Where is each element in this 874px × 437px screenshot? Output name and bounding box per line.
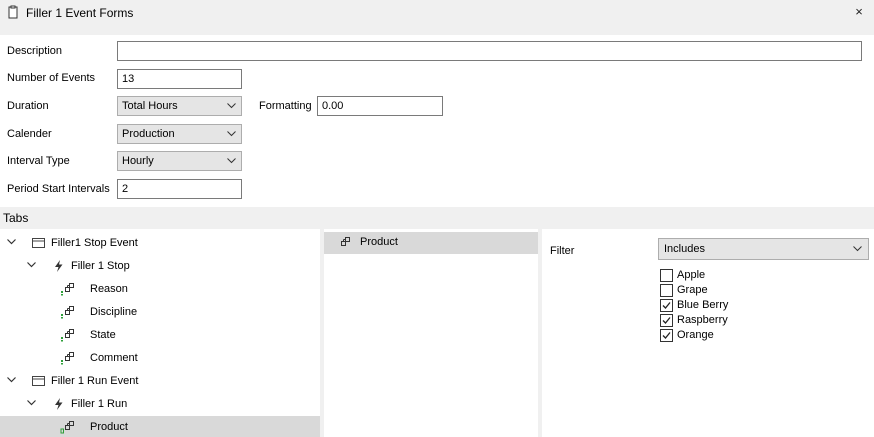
checkbox-label: Raspberry bbox=[677, 314, 728, 326]
checkbox[interactable] bbox=[660, 314, 673, 327]
chevron-down-icon[interactable] bbox=[27, 262, 36, 268]
filter-panel: Filter Includes Apple Grape Blue Berry R… bbox=[542, 229, 874, 437]
checkbox[interactable] bbox=[660, 269, 673, 282]
field-icon bbox=[61, 283, 74, 296]
duration-label: Duration bbox=[7, 100, 49, 112]
period-start-intervals-input[interactable] bbox=[117, 179, 242, 199]
tree-node-label: Discipline bbox=[90, 306, 138, 318]
duration-select[interactable]: Total Hours bbox=[117, 96, 242, 116]
tree-node-product[interactable]: Product bbox=[0, 416, 320, 437]
tree-node-reason[interactable]: Reason bbox=[0, 278, 320, 301]
lightning-icon bbox=[55, 260, 63, 272]
tree-node-label: Comment bbox=[90, 352, 138, 364]
form-icon bbox=[32, 238, 45, 248]
checkbox-label: Grape bbox=[677, 284, 708, 296]
tree-node-label: Reason bbox=[90, 283, 128, 295]
checkbox[interactable] bbox=[660, 284, 673, 297]
period-start-intervals-label: Period Start Intervals bbox=[7, 183, 110, 195]
chevron-down-icon[interactable] bbox=[27, 400, 36, 406]
tree-node-label: Filler 1 Run Event bbox=[51, 375, 139, 387]
checkbox[interactable] bbox=[660, 329, 673, 342]
field-icon bbox=[61, 306, 74, 319]
description-input[interactable] bbox=[117, 41, 862, 61]
interval-type-select-value: Hourly bbox=[122, 155, 154, 167]
selected-fields-list: Product bbox=[324, 229, 538, 437]
checkmark-icon bbox=[662, 302, 671, 309]
field-icon bbox=[341, 237, 350, 246]
checkbox[interactable] bbox=[660, 299, 673, 312]
interval-type-label: Interval Type bbox=[7, 155, 70, 167]
tree-node-state[interactable]: State bbox=[0, 324, 320, 347]
checkbox-label: Apple bbox=[677, 269, 706, 281]
number-of-events-label: Number of Events bbox=[7, 72, 96, 84]
interval-type-select[interactable]: Hourly bbox=[117, 151, 242, 171]
checkbox-label: Orange bbox=[677, 329, 714, 341]
tree-node-label: Product bbox=[90, 421, 128, 433]
formatting-input[interactable] bbox=[317, 96, 443, 116]
field-icon bbox=[61, 329, 74, 342]
filter-mode-select[interactable]: Includes bbox=[658, 238, 869, 260]
tree-node-filler1-run[interactable]: Filler 1 Run bbox=[0, 393, 320, 416]
list-item-product[interactable]: Product bbox=[324, 232, 538, 254]
tabs-title: Tabs bbox=[3, 211, 29, 225]
field-icon bbox=[61, 352, 74, 365]
chevron-down-icon bbox=[853, 246, 862, 252]
title-bar: Filler 1 Event Forms × bbox=[0, 0, 874, 25]
close-button[interactable]: × bbox=[848, 2, 870, 22]
checkbox-label: Blue Berry bbox=[677, 299, 729, 311]
calendar-select-value: Production bbox=[122, 128, 175, 140]
tree-node-filler1-stop[interactable]: Filler 1 Stop bbox=[0, 255, 320, 278]
tree-node-label: Filler1 Stop Event bbox=[51, 237, 138, 249]
list-item-label: Product bbox=[360, 236, 398, 248]
description-label: Description bbox=[7, 45, 63, 57]
chevron-down-icon bbox=[227, 158, 236, 164]
chevron-down-icon bbox=[227, 131, 236, 137]
field-filter-icon bbox=[60, 421, 74, 434]
tree-node-discipline[interactable]: Discipline bbox=[0, 301, 320, 324]
number-of-events-input[interactable] bbox=[117, 69, 242, 89]
checkmark-icon bbox=[662, 332, 671, 339]
document-icon bbox=[8, 5, 18, 19]
tree-node-comment[interactable]: Comment bbox=[0, 347, 320, 370]
formatting-label: Formatting bbox=[259, 100, 312, 112]
filter-label: Filter bbox=[550, 245, 575, 257]
checkmark-icon bbox=[662, 317, 671, 324]
lightning-icon bbox=[55, 398, 63, 410]
calendar-select[interactable]: Production bbox=[117, 124, 242, 144]
chevron-down-icon[interactable] bbox=[7, 377, 16, 383]
window-title: Filler 1 Event Forms bbox=[26, 6, 134, 20]
tree-node-label: Filler 1 Stop bbox=[71, 260, 130, 272]
duration-select-value: Total Hours bbox=[122, 100, 178, 112]
tree-node-label: Filler 1 Run bbox=[71, 398, 128, 410]
tabs-header: Tabs bbox=[0, 207, 874, 229]
tree-node-filler1-stop-event[interactable]: Filler1 Stop Event bbox=[0, 232, 320, 255]
tabs-tree: Filler1 Stop Event Filler 1 Stop Reason … bbox=[0, 229, 320, 437]
chevron-down-icon[interactable] bbox=[7, 239, 16, 245]
filter-mode-value: Includes bbox=[664, 243, 705, 255]
tree-node-label: State bbox=[90, 329, 116, 341]
chevron-down-icon bbox=[227, 103, 236, 109]
calendar-label: Calender bbox=[7, 128, 52, 140]
event-form: Description Number of Events Duration To… bbox=[0, 35, 874, 207]
form-icon bbox=[32, 376, 45, 386]
tree-node-filler1-run-event[interactable]: Filler 1 Run Event bbox=[0, 370, 320, 393]
